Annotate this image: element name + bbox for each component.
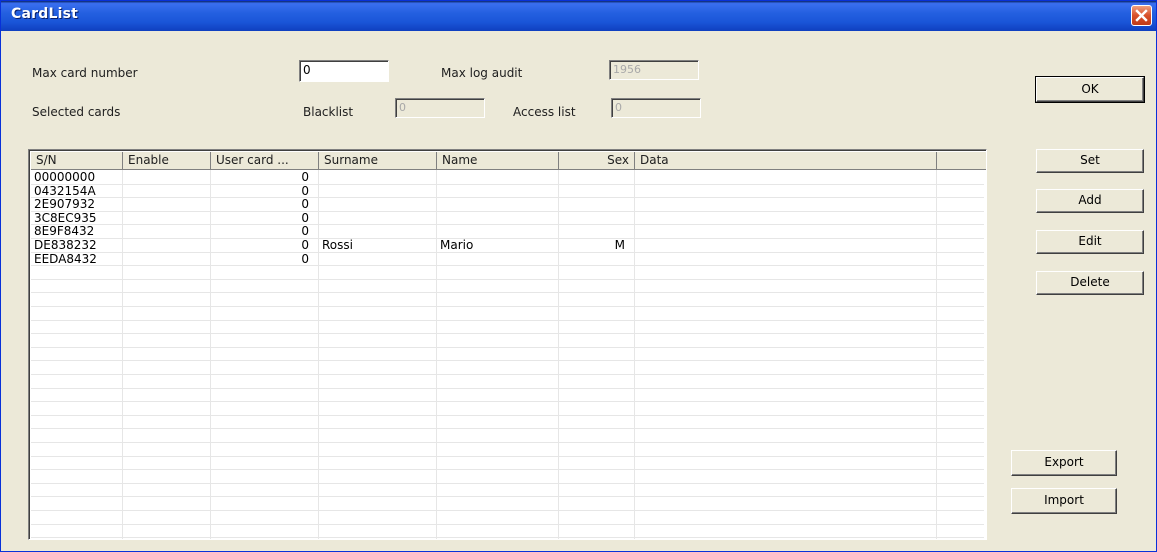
cell-sex: M [614, 238, 625, 252]
cell-enable [123, 212, 201, 225]
col-header-filler [937, 152, 986, 170]
grid-line [31, 414, 984, 416]
grid-line [31, 482, 984, 484]
col-header-surname[interactable]: Surname [319, 152, 437, 170]
cell-sex [559, 253, 625, 266]
import-button[interactable]: Import [1011, 488, 1117, 514]
edit-button[interactable]: Edit [1036, 230, 1144, 254]
blacklist-field: 0 [395, 98, 485, 118]
cell-sn: 3C8EC935 [34, 210, 97, 225]
cell-enable [123, 253, 201, 266]
cell-sn: EEDA8432 [34, 251, 97, 266]
max-card-number-input[interactable]: 0 [299, 60, 389, 82]
grid-line [31, 469, 984, 471]
grid-line [31, 523, 984, 525]
table-row[interactable]: EEDA8432 0 [29, 251, 986, 267]
grid-line [31, 278, 984, 280]
cell-enable [123, 185, 201, 198]
table-row[interactable]: DE838232 0 Rossi Mario M [29, 239, 986, 253]
col-header-enable[interactable]: Enable [123, 152, 211, 170]
cell-user-card: 0 [301, 183, 309, 198]
cell-user-card: 0 [301, 170, 309, 184]
close-icon [1135, 9, 1148, 22]
cell-enable [123, 198, 201, 211]
grid-line [31, 360, 984, 362]
table-row[interactable]: 8E9F8432 0 [29, 225, 986, 239]
add-button[interactable]: Add [1036, 189, 1144, 213]
cell-enable [123, 239, 201, 252]
grid-line [31, 496, 984, 498]
cell-user-card: 0 [301, 210, 309, 225]
cardlist-window: CardList Max card number 0 Max log audit… [0, 0, 1157, 552]
window-title: CardList [11, 6, 78, 22]
cell-name: Mario [440, 238, 474, 252]
cell-user-card: 0 [301, 238, 309, 252]
cell-sex [559, 212, 625, 225]
cell-sn: 2E907932 [34, 197, 96, 212]
cell-user-card: 0 [301, 251, 309, 266]
grid-line [31, 401, 984, 403]
grid-line [31, 387, 984, 389]
cell-sn: 0432154A [34, 183, 96, 198]
grid-line [31, 510, 984, 511]
export-button[interactable]: Export [1011, 450, 1117, 476]
delete-button[interactable]: Delete [1036, 271, 1144, 295]
cell-enable [123, 225, 201, 238]
grid-line [31, 292, 984, 294]
col-header-sex[interactable]: Sex [559, 152, 635, 170]
table-row[interactable]: 3C8EC935 0 [29, 210, 986, 226]
cell-sex [559, 225, 625, 238]
title-bar[interactable]: CardList [1, 1, 1156, 31]
grid-line [31, 428, 984, 430]
selected-cards-label: Selected cards [32, 105, 121, 119]
close-button[interactable] [1131, 5, 1152, 26]
cell-sex [559, 198, 625, 211]
cell-enable [123, 171, 201, 184]
table-row[interactable]: 2E907932 0 [29, 198, 986, 212]
card-list-table[interactable]: S/N Enable User card ... Surname Name Sex Data… [28, 149, 987, 540]
access-list-field: 0 [611, 98, 701, 118]
col-header-name[interactable]: Name [437, 152, 559, 170]
cell-sex [559, 185, 625, 198]
ok-button[interactable]: OK [1035, 76, 1145, 103]
grid-line [31, 455, 984, 457]
col-header-user-card[interactable]: User card ... [211, 152, 319, 170]
grid-line [31, 374, 984, 375]
grid-line [31, 333, 984, 335]
grid-line [31, 346, 984, 348]
cell-sn: DE838232 [34, 238, 97, 252]
grid-line [31, 319, 984, 321]
set-button[interactable]: Set [1036, 149, 1144, 173]
col-header-data[interactable]: Data [635, 152, 937, 170]
grid-line [31, 537, 984, 539]
max-card-number-label: Max card number [32, 66, 138, 80]
cell-sn: 8E9F8432 [34, 224, 95, 239]
cell-surname: Rossi [322, 238, 353, 252]
max-log-audit-label: Max log audit [441, 66, 523, 80]
grid-line [31, 442, 984, 443]
table-row[interactable]: 0432154A 0 [29, 183, 986, 199]
grid-line [31, 306, 984, 307]
blacklist-label: Blacklist [303, 105, 354, 119]
cell-user-card: 0 [301, 197, 309, 212]
table-row[interactable]: 00000000 0 [29, 171, 986, 185]
max-log-audit-field: 1956 [609, 60, 699, 80]
access-list-label: Access list [513, 105, 576, 119]
cell-sex [559, 171, 625, 184]
cell-sn: 00000000 [34, 170, 96, 184]
col-header-sn[interactable]: S/N [31, 152, 123, 170]
cell-user-card: 0 [301, 224, 309, 239]
